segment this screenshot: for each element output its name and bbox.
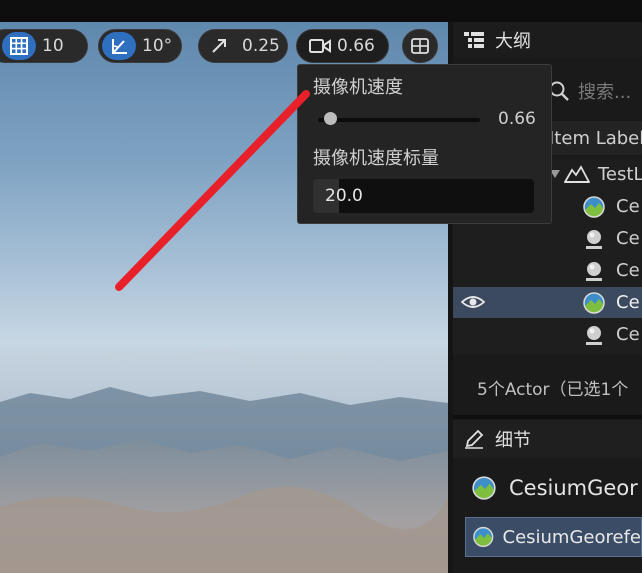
camera-speed-slider-thumb[interactable] (323, 112, 337, 125)
component-name-label: CesiumGeorefe (502, 526, 642, 548)
row-label: Ce (616, 292, 640, 313)
sunsky-icon (582, 323, 606, 347)
actor-name-label: CesiumGeor (509, 476, 638, 500)
visibility-eye-icon[interactable] (461, 292, 485, 312)
georeference-icon (582, 291, 606, 315)
folder-label: TestL (598, 164, 642, 185)
grid-snap-value[interactable]: 10 (36, 36, 74, 56)
search-placeholder: 搜索... (578, 82, 632, 103)
camera-speed-label: 摄像机速度 (313, 77, 403, 98)
layout-grid-icon (411, 38, 429, 54)
camera-speed-slider[interactable] (318, 118, 480, 122)
camera-speed-scalar-input[interactable]: 20.0 (313, 179, 534, 213)
camera-speed-value: 0.66 (337, 36, 375, 56)
camera-speed-button[interactable]: 0.66 (296, 29, 389, 63)
scale-snap-toggle[interactable] (202, 32, 236, 60)
row-label: Ce (616, 196, 640, 217)
scale-snap-value[interactable]: 0.25 (236, 36, 290, 56)
outliner-search[interactable]: 搜索... (548, 76, 642, 106)
details-actor-name[interactable]: CesiumGeor (471, 470, 638, 506)
tree-row-selected[interactable]: Ce (453, 287, 642, 318)
georeference-icon (472, 476, 496, 500)
row-label: Ce (616, 228, 640, 249)
rotation-snap-value[interactable]: 10° (136, 36, 182, 56)
grid-snap-toggle[interactable] (2, 32, 36, 60)
outliner-title: 大纲 (495, 31, 531, 52)
angle-icon (112, 39, 127, 54)
sunsky-icon (582, 227, 606, 251)
tree-row[interactable]: Ce (453, 223, 642, 254)
details-pencil-icon (465, 429, 484, 449)
level-icon (564, 165, 590, 183)
camera-speed-slider-value: 0.66 (498, 109, 536, 129)
scale-arrow-icon (212, 39, 226, 53)
camera-speed-scalar-label: 摄像机速度标量 (313, 148, 439, 169)
sunsky-icon (582, 259, 606, 283)
outliner-icon (464, 32, 484, 48)
camera-icon (309, 39, 331, 53)
panel-divider[interactable] (453, 415, 642, 419)
details-header: 细节 (453, 420, 642, 458)
row-label: Ce (616, 260, 640, 281)
details-title: 细节 (495, 430, 531, 451)
tree-row[interactable]: Ce (453, 319, 642, 350)
terrain-image (0, 349, 448, 573)
viewport-layout-button[interactable] (402, 29, 438, 63)
georeference-icon (473, 526, 494, 548)
rotation-snap-toggle[interactable] (102, 32, 136, 60)
column-header-label: Item Label (549, 127, 642, 149)
georeference-icon (582, 195, 606, 219)
tree-row[interactable]: Ce (453, 255, 642, 286)
outliner-status: 5个Actor（已选1个 (477, 379, 629, 400)
camera-speed-popup: 摄像机速度 0.66 摄像机速度标量 20.0 (297, 64, 552, 224)
row-label: Ce (616, 324, 640, 345)
component-row-selected[interactable]: CesiumGeorefe (465, 517, 642, 557)
scalar-input-value: 20.0 (325, 186, 363, 206)
outliner-header: 大纲 (453, 22, 642, 58)
top-strip (0, 0, 642, 22)
rotation-snap-control: 10° (98, 29, 182, 63)
grid-icon (10, 37, 28, 55)
camera-speed-icon-wrap (305, 32, 335, 60)
grid-snap-control: 10 (0, 29, 88, 63)
scale-snap-control: 0.25 (198, 29, 288, 63)
